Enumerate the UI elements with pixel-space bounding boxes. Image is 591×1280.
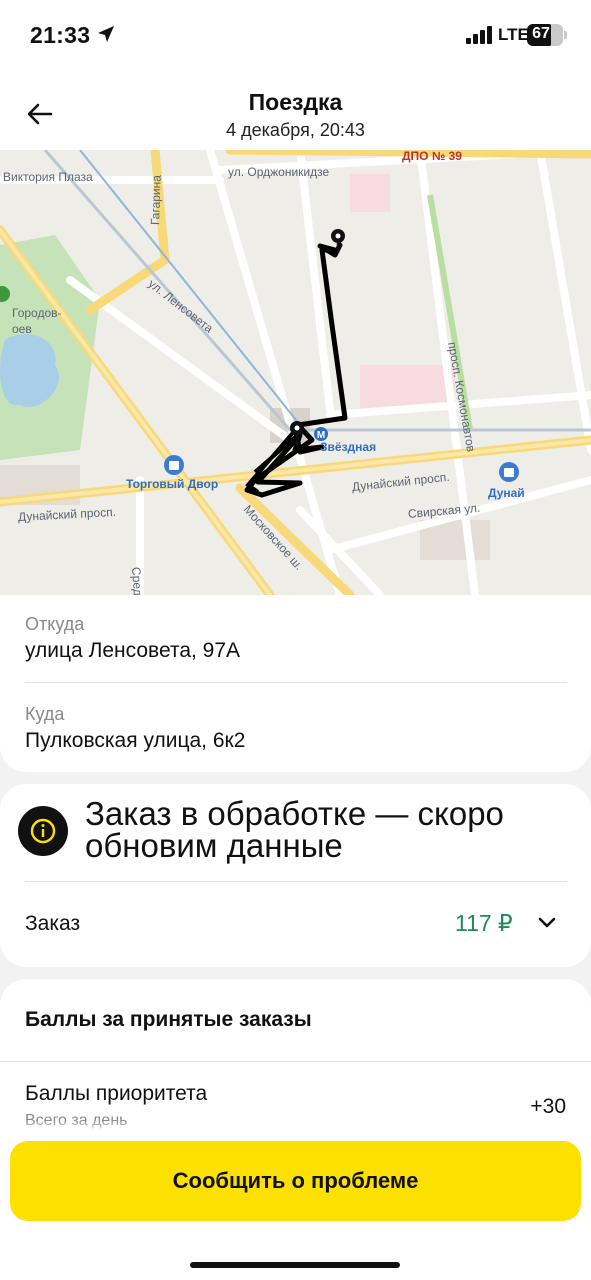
processing-message: Заказ в обработке — скоро обновим данные	[85, 795, 504, 864]
route-map[interactable]: M ул. Орджоникидзе ДПО № 39 Виктория Пла…	[0, 150, 591, 595]
trip-addresses-card: Откуда улица Ленсовета, 97А Куда Пулковс…	[0, 595, 591, 772]
expand-order-button[interactable]	[536, 914, 558, 935]
battery-icon: 67	[527, 24, 567, 46]
to-label: Куда	[25, 704, 65, 724]
status-time: 21:33	[30, 22, 91, 48]
signal-bars-icon	[466, 26, 494, 49]
chevron-down-icon	[538, 917, 556, 928]
map-label-street: ул. Орджоникидзе	[228, 165, 330, 179]
map-label-poi: Торговый Двор	[126, 477, 219, 491]
priority-points-label: Баллы приоритета	[25, 1082, 208, 1105]
battery-percent: 67	[532, 25, 550, 42]
shopping-bag-icon	[164, 455, 184, 475]
map-label-poi: Виктория Плаза	[3, 170, 93, 184]
page-title: Поездка	[248, 89, 343, 115]
divider	[25, 881, 567, 882]
location-arrow-icon	[96, 24, 116, 49]
order-price: 117 ₽	[455, 910, 513, 936]
order-status-card: Заказ в обработке — скоро обновим данные…	[0, 784, 591, 967]
map-label-metro: Звёздная	[320, 440, 377, 454]
map-label-poi: ДПО № 39	[402, 150, 462, 163]
top-header: Поездка 4 декабря, 20:43	[0, 70, 591, 150]
from-label: Откуда	[25, 614, 85, 634]
map-label-poi: Дунай	[488, 486, 525, 500]
to-address: Пулковская улица, 6к2	[25, 729, 246, 752]
map-label-street: Гагарина	[148, 174, 164, 226]
divider	[25, 682, 567, 683]
report-problem-button[interactable]: Сообщить о проблеме	[10, 1141, 581, 1221]
divider	[0, 1061, 591, 1062]
info-icon	[18, 806, 68, 856]
map-label-park: Городов- оев	[12, 306, 62, 336]
priority-points-value: +30	[530, 1095, 566, 1118]
trip-datetime: 4 декабря, 20:43	[226, 120, 365, 140]
home-indicator	[190, 1262, 400, 1268]
metro-icon: M	[314, 427, 328, 441]
shopping-bag-icon	[499, 462, 519, 482]
status-bar: 21:33 LTE 67	[0, 0, 591, 70]
from-address: улица Ленсовета, 97А	[25, 639, 241, 662]
points-title: Баллы за принятые заказы	[25, 1008, 312, 1031]
network-type: LTE	[498, 25, 529, 44]
map-canvas: M	[0, 150, 591, 595]
order-label: Заказ	[25, 912, 81, 935]
